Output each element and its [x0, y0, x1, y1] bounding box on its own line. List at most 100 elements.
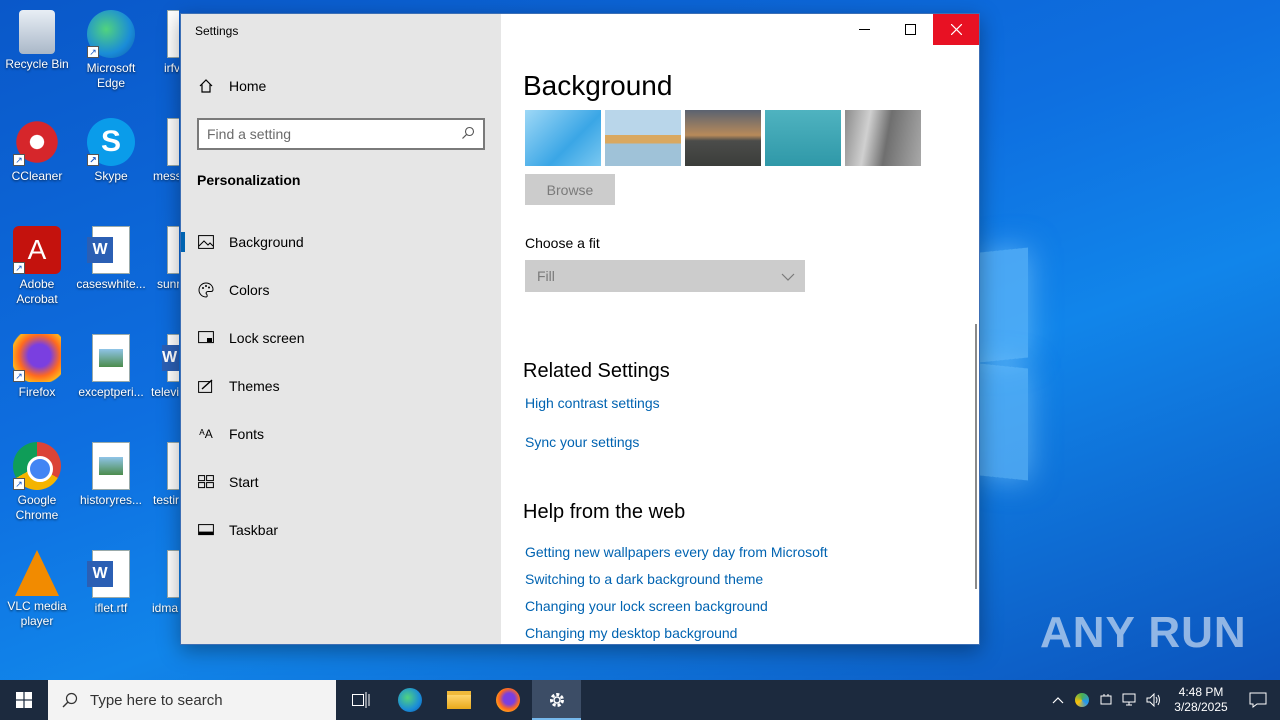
help-link-wallpapers[interactable]: Getting new wallpapers every day from Mi… [525, 544, 828, 560]
background-thumbnail[interactable] [685, 110, 761, 166]
desktop-icon-testir[interactable]: testir [149, 438, 179, 508]
desktop-icon-caseswhite[interactable]: W caseswhite... [75, 222, 147, 292]
minimize-icon [858, 29, 870, 30]
settings-sidebar: Settings Home Find a setting Personaliza… [181, 14, 501, 644]
task-view-button[interactable] [336, 680, 385, 720]
sidebar-item-lock-screen[interactable]: Lock screen [181, 314, 501, 362]
close-icon [950, 24, 962, 35]
desktop-icon-label: historyres... [79, 493, 142, 507]
home-icon [197, 78, 215, 94]
desktop-icon-exceptperi[interactable]: exceptperi... [75, 330, 147, 400]
taskbar: Type here to search 4:48 PM 3/28/2025 [0, 680, 1280, 720]
tray-volume-button[interactable] [1142, 680, 1166, 720]
desktop-icon-recycle-bin[interactable]: Recycle Bin [1, 6, 73, 72]
sidebar-item-colors[interactable]: Colors [181, 266, 501, 314]
help-link-lock-screen[interactable]: Changing your lock screen background [525, 598, 768, 614]
anyrun-watermark: ANY RUN [1040, 608, 1247, 657]
desktop-icon-label: exceptperi... [78, 385, 144, 399]
desktop-icon-acrobat[interactable]: A ↗ Adobe Acrobat [1, 222, 73, 307]
device-icon [1100, 694, 1112, 705]
related-settings-heading: Related Settings [523, 360, 670, 382]
section-heading: Personalization [197, 172, 301, 188]
sidebar-item-background[interactable]: Background [181, 218, 501, 266]
clock-date: 3/28/2025 [1174, 700, 1228, 714]
recent-images [525, 110, 921, 166]
desktop-icon-iflet[interactable]: W iflet.rtf [75, 546, 147, 616]
desktop-icon-ccleaner[interactable]: ↗ CCleaner [1, 114, 73, 184]
page-title: Background [523, 70, 673, 101]
tray-device-button[interactable] [1094, 680, 1118, 720]
taskbar-settings[interactable] [532, 680, 581, 720]
desktop-icon-vlc[interactable]: VLC media player [1, 546, 73, 629]
desktop-icon-chrome[interactable]: ↗ Google Chrome [1, 438, 73, 523]
desktop-icon-idma[interactable]: idma [149, 546, 179, 616]
close-button[interactable] [933, 14, 979, 45]
background-thumbnail[interactable] [765, 110, 841, 166]
maximize-button[interactable] [887, 14, 933, 45]
sidebar-item-label: Colors [229, 282, 270, 298]
taskbar-search-box[interactable]: Type here to search [48, 680, 336, 720]
help-link-desktop-background[interactable]: Changing my desktop background [525, 625, 737, 641]
shortcut-arrow-icon: ↗ [13, 478, 25, 490]
tray-network-button[interactable] [1118, 680, 1142, 720]
high-contrast-link[interactable]: High contrast settings [525, 395, 660, 411]
desktop-icon-label: CCleaner [11, 169, 63, 183]
sidebar-item-themes[interactable]: Themes [181, 362, 501, 410]
content-scrollbar[interactable] [975, 324, 977, 589]
sidebar-item-label: Taskbar [229, 522, 279, 538]
desktop-icon-label: irfv [164, 61, 179, 75]
shortcut-arrow-icon: ↗ [13, 370, 25, 382]
window-title: Settings [195, 24, 239, 38]
taskbar-file-explorer[interactable] [434, 680, 483, 720]
desktop-icon-historyres[interactable]: historyres... [75, 438, 147, 508]
desktop-icon-edge[interactable]: ↗ Microsoft Edge [75, 6, 147, 91]
fit-value: Fill [537, 268, 555, 284]
choose-fit-dropdown[interactable]: Fill [525, 260, 805, 292]
desktop-icon-label: Adobe Acrobat [16, 277, 58, 306]
shortcut-arrow-icon: ↗ [87, 154, 99, 166]
desktop-icon-mess[interactable]: mess [149, 114, 179, 184]
lock-screen-icon [197, 330, 215, 346]
sidebar-item-label: Fonts [229, 426, 265, 442]
tray-app-icon[interactable] [1070, 680, 1094, 720]
sidebar-item-label: Background [229, 234, 304, 250]
acrobat-icon: A ↗ [13, 226, 61, 274]
desktop-icon-televi[interactable]: W televi [149, 330, 179, 400]
desktop-icon-irfv[interactable]: irfv [149, 6, 179, 76]
taskbar-edge[interactable] [385, 680, 434, 720]
sidebar-item-fonts[interactable]: ᴬA Fonts [181, 410, 501, 458]
help-heading: Help from the web [523, 501, 686, 523]
action-center-button[interactable] [1236, 680, 1280, 720]
background-thumbnail[interactable] [605, 110, 681, 166]
shortcut-arrow-icon: ↗ [13, 154, 25, 166]
desktop-icon-sunr[interactable]: sunr [149, 222, 179, 292]
sidebar-item-taskbar[interactable]: Taskbar [181, 506, 501, 554]
shortcut-arrow-icon: ↗ [13, 262, 25, 274]
sidebar-item-start[interactable]: Start [181, 458, 501, 506]
browse-button[interactable]: Browse [525, 174, 615, 205]
desktop-icon-label: caseswhite... [76, 277, 146, 291]
file-icon [167, 550, 179, 598]
task-view-icon [351, 692, 369, 708]
speaker-icon [1146, 693, 1160, 707]
settings-window[interactable]: Settings Home Find a setting Personaliza… [180, 13, 980, 645]
show-hidden-icons-button[interactable] [1046, 680, 1070, 720]
sync-settings-link[interactable]: Sync your settings [525, 434, 639, 450]
desktop-icon-firefox[interactable]: ↗ Firefox [1, 330, 73, 400]
desktop-icon-label: mess [153, 169, 179, 183]
settings-search-input[interactable]: Find a setting [197, 118, 485, 150]
start-button[interactable] [0, 680, 48, 720]
word-document-icon: W [87, 550, 130, 598]
background-thumbnail[interactable] [525, 110, 601, 166]
taskbar-firefox[interactable] [483, 680, 532, 720]
desktop-icon-skype[interactable]: S ↗ Skype [75, 114, 147, 184]
desktop-icon-label: sunr [157, 277, 179, 291]
background-thumbnail[interactable] [845, 110, 921, 166]
help-link-dark-theme[interactable]: Switching to a dark background theme [525, 571, 763, 587]
skype-icon: S ↗ [87, 118, 135, 166]
home-nav-item[interactable]: Home [197, 78, 266, 94]
taskbar-search-placeholder: Type here to search [90, 691, 223, 709]
desktop-icon-label: Google Chrome [15, 493, 59, 522]
minimize-button[interactable] [841, 14, 887, 45]
taskbar-clock[interactable]: 4:48 PM 3/28/2025 [1166, 685, 1236, 715]
